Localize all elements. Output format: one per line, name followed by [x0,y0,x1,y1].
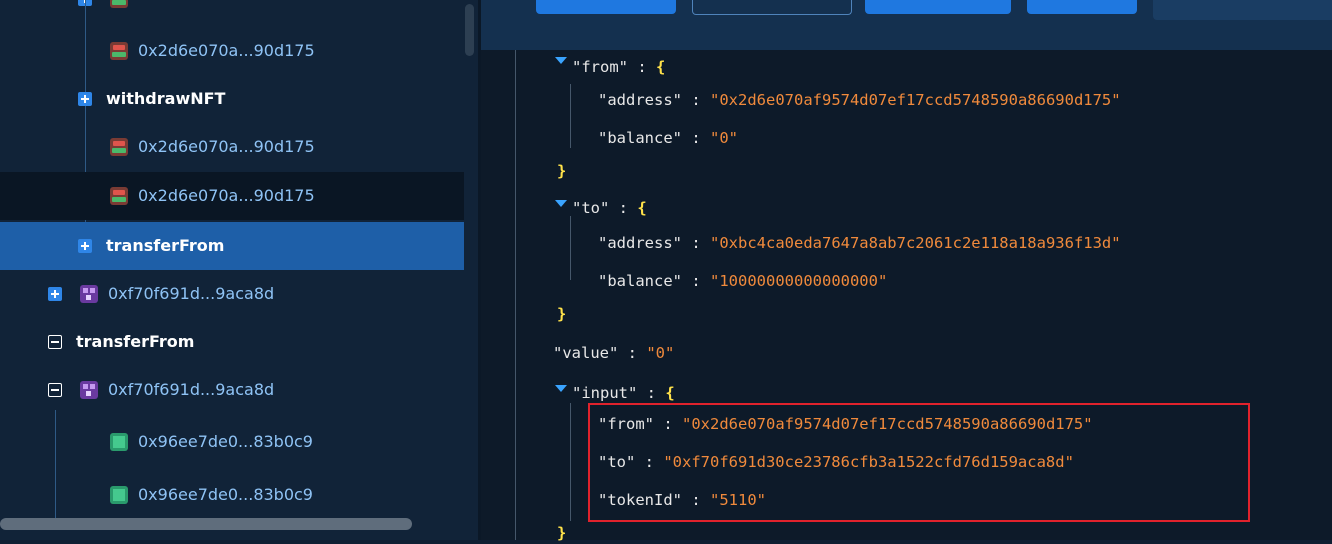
json-brace: { [665,384,675,402]
tree-row-label: 0x2d6e070a...90d175 [138,137,315,156]
json-brace: { [637,199,647,217]
indent-guide [570,216,571,280]
json-key: "from" [572,58,628,76]
tree-row-label: 0x96ee7de0...83b0c9 [138,432,313,451]
toolbar-button[interactable] [536,0,676,14]
json-string-value[interactable]: "0xbc4ca0eda7647a8ab7c2061c2e118a18a936f… [710,234,1121,252]
tree-row-label: transferFrom [106,236,225,255]
tree-row-label: 0xf70f691d...9aca8d [108,380,275,399]
address-avatar-icon [110,433,128,451]
tree-row[interactable]: withdrawNFT [0,75,464,123]
indent-guide [515,50,516,540]
tree-row-label: 0x2d6e070a...90d175 [138,186,315,205]
indent-guide [570,403,571,521]
json-line: } [557,160,566,182]
json-line: "from" : { [572,56,665,78]
json-line: "address" : "0x2d6e070af9574d07ef17ccd57… [598,89,1121,111]
json-brace: } [557,524,567,542]
json-brace: } [557,305,567,323]
json-key: "input" [572,384,638,402]
address-avatar-icon [80,285,98,303]
json-key: "value" [553,344,619,362]
annotation-highlight-box [588,403,1250,522]
json-colon: : [609,199,638,217]
tree-row-label: withdrawNFT [106,89,226,108]
json-brace: } [557,162,567,180]
collapse-caret-icon[interactable] [555,200,567,207]
json-line: "input" : { [572,382,675,404]
json-key: "address" [598,234,682,252]
address-avatar-icon [110,138,128,156]
json-colon: : [682,272,710,290]
json-key: "to" [572,199,610,217]
json-key: "balance" [598,129,682,147]
json-string-value[interactable]: "0" [646,344,674,362]
toolbar-button[interactable] [1027,0,1137,14]
json-line: } [557,303,566,325]
expand-icon[interactable] [48,287,62,301]
toolbar-button[interactable] [692,0,852,15]
json-brace: { [656,58,666,76]
collapse-caret-icon[interactable] [555,57,567,64]
json-colon: : [637,384,666,402]
address-avatar-icon [80,381,98,399]
expand-icon[interactable] [78,239,92,253]
json-colon: : [682,129,710,147]
json-string-value[interactable]: "0" [710,129,738,147]
call-tree-panel: 0x2d6e070a...90d175 withdrawNFT 0x2d6e07… [0,0,478,540]
address-avatar-icon [110,42,128,60]
address-avatar-icon [110,486,128,504]
collapse-icon[interactable] [48,335,62,349]
json-colon: : [682,234,710,252]
collapse-caret-icon[interactable] [555,385,567,392]
tree-row[interactable]: 0x96ee7de0...83b0c9 [0,471,464,519]
vertical-scrollbar-thumb[interactable] [465,4,474,56]
json-colon: : [628,58,656,76]
json-key: "address" [598,91,682,109]
address-avatar-icon [110,0,128,8]
json-colon: : [618,344,647,362]
tree-row[interactable]: transferFrom [0,318,464,366]
json-string-value[interactable]: "0x2d6e070af9574d07ef17ccd5748590a86690d… [710,91,1121,109]
json-string-value[interactable]: "10000000000000000" [710,272,887,290]
address-avatar-icon [110,187,128,205]
horizontal-scrollbar-thumb[interactable] [0,518,412,530]
tree-row[interactable]: 0x2d6e070a...90d175 [0,172,464,220]
tree-row-label: 0x2d6e070a...90d175 [138,41,315,60]
json-line: "balance" : "0" [598,127,738,149]
json-line: } [557,522,566,544]
collapse-icon[interactable] [48,383,62,397]
indent-guide [570,84,571,148]
json-line: "balance" : "10000000000000000" [598,270,887,292]
json-line: "value" : "0" [553,342,674,364]
tree-row[interactable]: 0xf70f691d...9aca8d [0,366,464,414]
tree-row-selected[interactable]: transferFrom [0,222,464,270]
tree-row-label: 0xf70f691d...9aca8d [108,284,275,303]
tree-row[interactable]: 0x96ee7de0...83b0c9 [0,418,464,466]
tree-row[interactable]: 0xf70f691d...9aca8d [0,270,464,318]
json-viewer: "from" : { "address" : "0x2d6e070af9574d… [481,50,1332,542]
json-line: "to" : { [572,197,647,219]
tree-row[interactable]: 0x2d6e070a...90d175 [0,27,464,75]
json-line: "address" : "0xbc4ca0eda7647a8ab7c2061c2… [598,232,1121,254]
toolbar-button[interactable] [865,0,1011,14]
json-key: "balance" [598,272,682,290]
tree-row-label: transferFrom [76,332,195,351]
toolbar [481,0,1332,50]
expand-icon[interactable] [78,92,92,106]
tree-row[interactable]: 0x2d6e070a...90d175 [0,123,464,171]
json-colon: : [682,91,710,109]
toolbar-search-input[interactable] [1153,0,1332,20]
tree-row-label: 0x96ee7de0...83b0c9 [138,485,313,504]
